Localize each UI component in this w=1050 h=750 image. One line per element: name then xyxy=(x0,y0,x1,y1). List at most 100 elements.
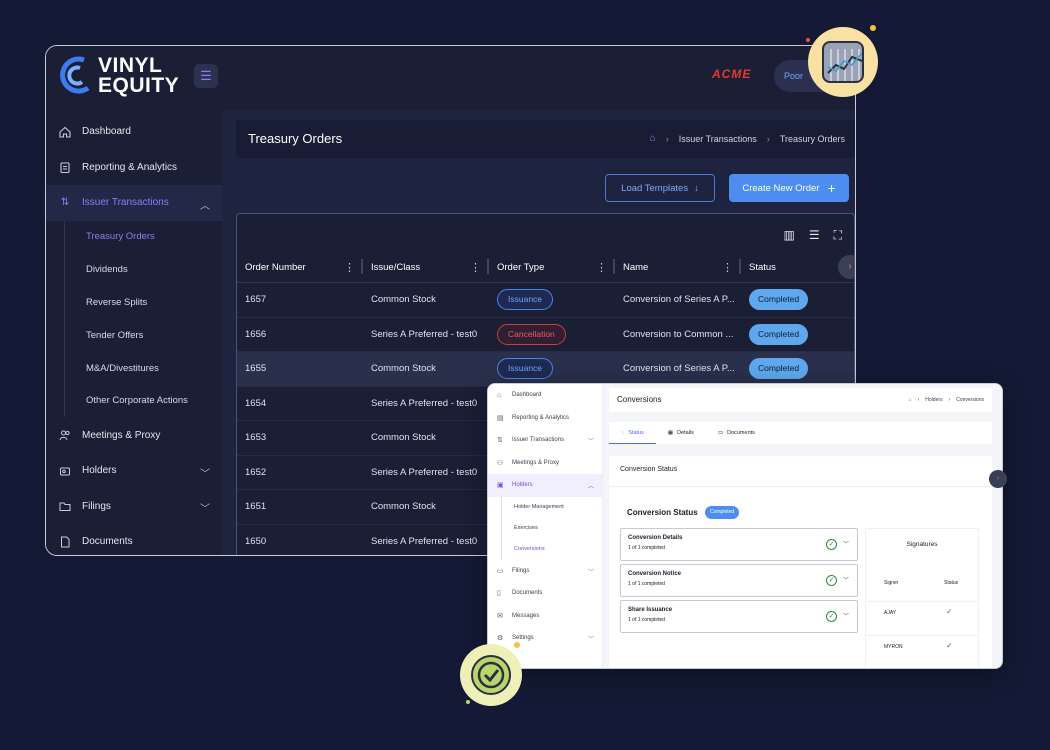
create-new-order-label: Create New Order xyxy=(742,182,820,194)
document-icon: ▯ xyxy=(497,590,501,598)
overlay-subitem-exercises[interactable]: Exercises xyxy=(514,518,602,539)
transfer-arrows-icon: ⇅ xyxy=(497,437,503,445)
kebab-icon[interactable]: ⋮ xyxy=(596,261,607,274)
sidebar-item-meetings-proxy[interactable]: Meetings & Proxy xyxy=(46,417,222,453)
table-row[interactable]: 1656 Series A Preferred - test0 Cancella… xyxy=(237,318,854,352)
sidebar-item-reporting[interactable]: Reporting & Analytics xyxy=(46,150,222,186)
overlay-subitem-conversions[interactable]: Conversions xyxy=(514,539,602,560)
kebab-icon[interactable]: ⋮ xyxy=(470,261,481,274)
overlay-subitem-holder-management[interactable]: Holder Management xyxy=(514,497,602,518)
column-header-status[interactable]: Status xyxy=(741,262,851,273)
scroll-right-button[interactable]: › xyxy=(838,255,854,279)
sidebar-item-filings[interactable]: Filings ﹀ xyxy=(46,488,222,524)
sidebar-subitem-treasury-orders[interactable]: Treasury Orders xyxy=(86,221,222,254)
breadcrumb-separator: › xyxy=(948,397,951,403)
cell-issue-class: Series A Preferred - test0 xyxy=(371,328,478,340)
load-templates-button[interactable]: Load Templates ↓ xyxy=(605,174,715,202)
cell-order-number: 1657 xyxy=(245,294,267,306)
breadcrumb-holders[interactable]: Holders xyxy=(925,397,942,403)
overlay-edge-button[interactable]: › xyxy=(989,470,1007,488)
sidebar-item-holders[interactable]: Holders ﹀ xyxy=(46,453,222,489)
sidebar-item-dashboard[interactable]: Dashboard xyxy=(46,114,222,150)
overlay-sidebar-item-holders[interactable]: ▣ Holders ︿ xyxy=(488,474,602,497)
column-header-label: Order Type xyxy=(497,261,545,273)
order-type-badge: Issuance xyxy=(497,289,554,311)
column-header-order-type[interactable]: Order Type ⋮ xyxy=(489,258,615,274)
breadcrumb-issuer-transactions[interactable]: Issuer Transactions xyxy=(679,134,757,144)
sidebar-item-label: Filings xyxy=(82,500,111,512)
plus-icon: + xyxy=(827,180,836,196)
kebab-icon[interactable]: ⋮ xyxy=(722,261,733,274)
gear-icon: ⚙ xyxy=(497,635,504,643)
step-progress: 1 of 1 completed xyxy=(628,545,665,551)
check-circle-icon: ✓ xyxy=(826,611,837,622)
tab-label: Status xyxy=(628,429,644,436)
sidebar-item-label: Meetings & Proxy xyxy=(82,429,161,441)
tab-status[interactable]: ◌ Status xyxy=(609,422,656,444)
document-icon xyxy=(58,535,72,549)
overlay-sidebar-item-settings[interactable]: ⚙ Settings ﹀ xyxy=(488,627,602,650)
home-icon[interactable]: ⌂ xyxy=(650,133,656,144)
sidebar-item-issuer-transactions[interactable]: ⇅ Issuer Transactions ︿ xyxy=(46,185,222,221)
overlay-sidebar-item-documents[interactable]: ▯ Documents xyxy=(488,582,602,605)
table-row[interactable]: 1657 Common Stock Issuance Conversion of… xyxy=(237,283,854,318)
conversion-status-card: Conversion Status Conversion Status Comp… xyxy=(609,456,992,668)
cell-status: Completed xyxy=(741,323,851,345)
overlay-sidebar-item-meetings-proxy[interactable]: ⚇ Meetings & Proxy xyxy=(488,452,602,475)
sidebar-subitem-dividends[interactable]: Dividends xyxy=(86,253,222,286)
fullscreen-icon[interactable]: ⛶ xyxy=(834,228,842,243)
column-header-label: Name xyxy=(623,261,649,273)
mail-icon: ✉ xyxy=(497,612,503,620)
tab-documents[interactable]: ▭ Documents xyxy=(706,422,767,444)
column-header-name[interactable]: Name ⋮ xyxy=(615,258,741,274)
step-title: Conversion Notice xyxy=(628,571,682,577)
step-conversion-details[interactable]: Conversion Details 1 of 1 completed ✓ ﹀ xyxy=(620,528,858,561)
table-header: Order Number ⋮ Issue/Class ⋮ Order Type ⋮ N… xyxy=(237,252,854,283)
overlay-sidebar-item-filings[interactable]: ▭ Filings ﹀ xyxy=(488,560,602,583)
step-conversion-notice[interactable]: Conversion Notice 1 of 1 completed ✓ ﹀ xyxy=(620,564,858,597)
table-icon: ▦ xyxy=(667,430,674,436)
tab-details[interactable]: ▦ Details xyxy=(656,422,706,444)
sidebar-item-label: Documents xyxy=(82,536,133,548)
overlay-sidebar-item-messages[interactable]: ✉ Messages xyxy=(488,605,602,628)
sidebar-nav: Dashboard Reporting & Analytics ⇅ Issuer… xyxy=(46,114,222,555)
menu-toggle-button[interactable]: ☰ xyxy=(194,64,218,88)
table-row[interactable]: 1655 Common Stock Issuance Conversion of… xyxy=(237,352,854,387)
column-header-order-number[interactable]: Order Number ⋮ xyxy=(237,258,363,274)
cell-order-number: 1653 xyxy=(245,432,267,444)
page-header: Treasury Orders ⌂ › Issuer Transactions … xyxy=(236,120,855,158)
kebab-icon[interactable]: ⋮ xyxy=(344,261,355,274)
chevron-down-icon: ﹀ xyxy=(842,614,849,620)
people-icon: ⚇ xyxy=(497,459,504,467)
tab-label: Details xyxy=(677,430,694,436)
overlay-tabs: ◌ Status ▦ Details ▭ Documents xyxy=(609,422,992,444)
sidebar-subitem-reverse-splits[interactable]: Reverse Splits xyxy=(86,286,222,319)
sidebar-item-documents[interactable]: Documents xyxy=(46,524,222,555)
overlay-sidebar-item-issuer-transactions[interactable]: ⇅ Issuer Transactions ﹀ xyxy=(488,429,602,452)
overlay-page-header: Conversions ⌂ › Holders › Conversions xyxy=(609,388,992,412)
density-icon[interactable]: ☰ xyxy=(809,228,820,243)
check-circle-icon xyxy=(471,655,511,695)
overlay-sidebar-item-reporting[interactable]: ▤ Reporting & Analytics xyxy=(488,407,602,430)
breadcrumb-separator: › xyxy=(917,397,920,403)
sidebar-subitem-other-corporate-actions[interactable]: Other Corporate Actions xyxy=(86,384,222,417)
chart-icon xyxy=(822,41,864,83)
overlay-sidebar-item-dashboard[interactable]: ⌂ Dashboard xyxy=(488,384,602,407)
sparkle-icon xyxy=(870,25,876,31)
status-column-header: Status xyxy=(944,580,959,586)
home-icon[interactable]: ⌂ xyxy=(909,397,912,403)
step-share-issuance[interactable]: Share Issuance 1 of 1 completed ✓ ﹀ xyxy=(620,600,858,633)
status-badge: Completed xyxy=(749,358,809,380)
signatures-panel: Signatures Signer Status AJAY ✓ MYRON ✓ xyxy=(865,528,979,668)
overlay-main: Conversions ⌂ › Holders › Conversions ◌ S… xyxy=(603,384,1002,668)
cell-order-number: 1655 xyxy=(245,363,267,375)
column-header-issue-class[interactable]: Issue/Class ⋮ xyxy=(363,258,489,274)
sidebar-subitem-tender-offers[interactable]: Tender Offers xyxy=(86,319,222,352)
chevron-up-icon: ︿ xyxy=(200,201,210,212)
columns-icon[interactable]: ▥ xyxy=(783,228,794,243)
logo[interactable]: VINYL EQUITY xyxy=(58,54,188,98)
user-check-icon: ✓ xyxy=(946,607,953,616)
sidebar-subitem-ma-divestitures[interactable]: M&A/Divestitures xyxy=(86,352,222,385)
home-icon: ⌂ xyxy=(497,391,502,399)
create-new-order-button[interactable]: Create New Order + xyxy=(729,174,849,202)
